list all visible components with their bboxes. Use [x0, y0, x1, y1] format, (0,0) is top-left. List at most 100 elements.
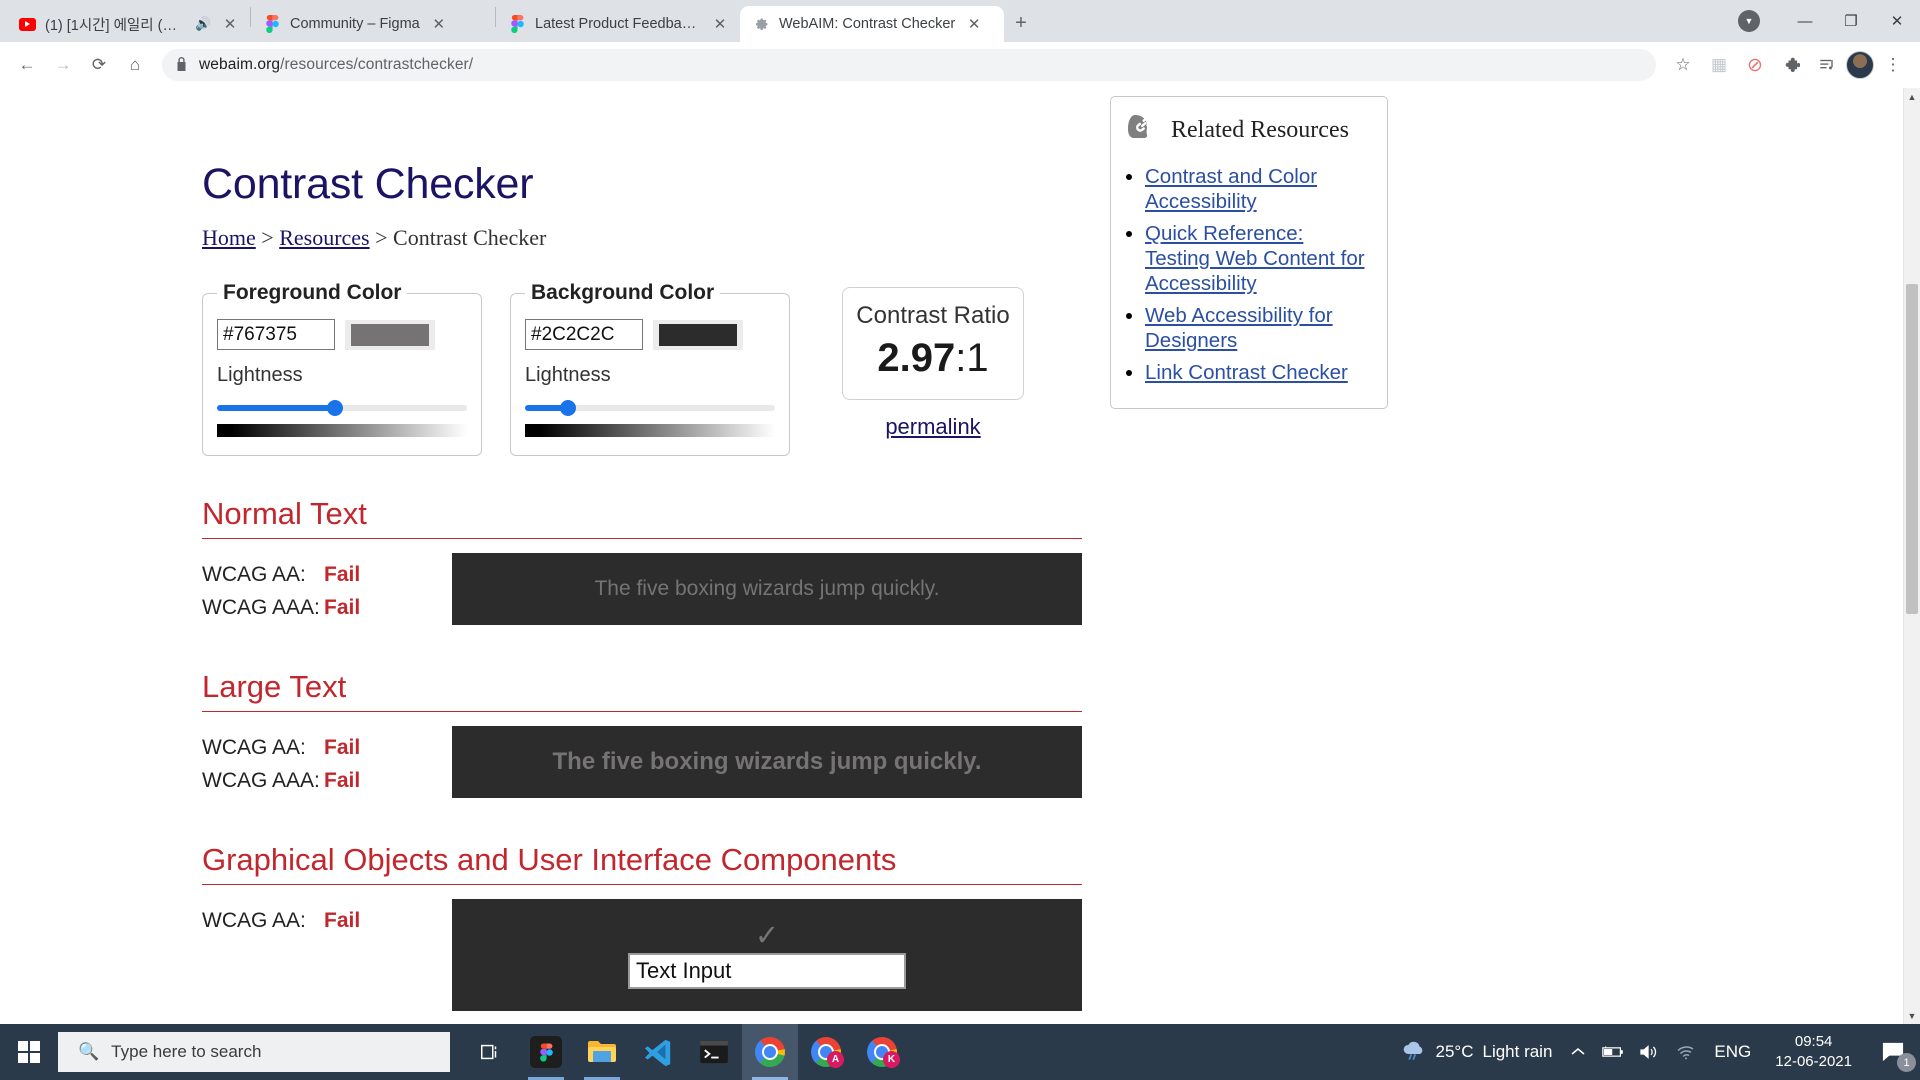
scroll-up-arrow-icon[interactable]: ▲	[1904, 88, 1920, 105]
chrome-profile-a-icon[interactable]: A	[798, 1024, 854, 1080]
page-scrollbar[interactable]: ▲ ▼	[1903, 88, 1920, 1024]
tab-title: WebAIM: Contrast Checker	[779, 16, 956, 32]
back-icon[interactable]: ←	[10, 48, 44, 82]
foreground-color-group: Foreground Color #767375 Lightness	[202, 281, 482, 456]
url-text: webaim.org/resources/contrastchecker/	[199, 56, 473, 74]
breadcrumb-current: Contrast Checker	[393, 225, 547, 250]
related-link[interactable]: Contrast and Color Accessibility	[1145, 165, 1317, 213]
result-labels: WCAG AA: Fail WCAG AAA: Fail	[202, 553, 452, 629]
figma-icon	[264, 15, 281, 33]
extensions-puzzle-icon[interactable]	[1774, 48, 1808, 82]
related-link[interactable]: Web Accessibility for Designers	[1145, 304, 1333, 352]
profile-badge: K	[883, 1051, 900, 1068]
notifications-button[interactable]: 1	[1866, 1024, 1920, 1080]
section-heading-large-text: Large Text	[202, 669, 1082, 712]
browser-tab-youtube[interactable]: (1) [1시간] 에일리 (AILEE) - B 🔊 ✕	[6, 6, 250, 42]
result-key: WCAG AA:	[202, 563, 306, 586]
weather-widget[interactable]: 25°C Light rain	[1391, 1024, 1563, 1080]
graphical-objects-results: WCAG AA: Fail ✓ Text Input	[202, 899, 1082, 1011]
tray-expand-chevron-icon[interactable]	[1562, 1024, 1594, 1080]
avatar[interactable]	[1846, 51, 1874, 79]
sample-text-input[interactable]: Text Input	[628, 952, 906, 989]
browser-tab-product-feedback[interactable]: Latest Product Feedback topics - ✕	[496, 6, 740, 42]
slider-fill	[217, 405, 335, 411]
address-bar[interactable]: webaim.org/resources/contrastchecker/	[162, 49, 1656, 81]
main-column: Contrast Checker Home > Resources > Cont…	[202, 88, 1082, 1024]
breadcrumb-resources[interactable]: Resources	[279, 225, 369, 250]
foreground-lightness-label: Lightness	[217, 364, 303, 386]
weather-temp: 25°C	[1435, 1042, 1474, 1061]
related-link[interactable]: Quick Reference: Testing Web Content for…	[1145, 222, 1365, 295]
breadcrumb: Home > Resources > Contrast Checker	[202, 225, 1082, 251]
browser-window: (1) [1시간] 에일리 (AILEE) - B 🔊 ✕ Community …	[0, 0, 1920, 1080]
home-icon[interactable]: ⌂	[118, 48, 152, 82]
result-row: WCAG AA: Fail	[202, 563, 452, 587]
normal-text-results: WCAG AA: Fail WCAG AAA: Fail The five bo…	[202, 553, 1082, 629]
result-row: WCAG AAA: Fail	[202, 769, 452, 793]
background-legend: Background Color	[531, 281, 715, 304]
maximize-button[interactable]: ❐	[1828, 0, 1874, 42]
new-tab-button[interactable]: +	[1004, 6, 1038, 40]
start-button[interactable]	[0, 1024, 58, 1080]
background-color-swatch[interactable]	[659, 323, 737, 346]
taskbar-clock[interactable]: 09:54 12-06-2021	[1761, 1032, 1866, 1073]
permalink-link[interactable]: permalink	[842, 414, 1024, 440]
task-view-icon[interactable]	[462, 1024, 518, 1080]
chrome-icon[interactable]	[742, 1024, 798, 1080]
reload-icon[interactable]: ⟳	[82, 48, 116, 82]
chrome-profile-k-icon[interactable]: K	[854, 1024, 910, 1080]
browser-tab-figma-community[interactable]: Community – Figma ✕	[251, 6, 495, 42]
tab-close-icon[interactable]: ✕	[710, 14, 730, 34]
reading-list-icon[interactable]	[1810, 48, 1844, 82]
foreground-color-swatch[interactable]	[351, 323, 429, 346]
forward-icon[interactable]: →	[46, 48, 80, 82]
profile-badge: A	[827, 1051, 844, 1068]
foreground-swatch-holder	[345, 319, 435, 350]
speaker-icon[interactable]	[1632, 1024, 1668, 1080]
tab-close-icon[interactable]: ✕	[429, 14, 449, 34]
contrast-ratio-box: Contrast Ratio 2.97:1	[842, 287, 1024, 400]
file-explorer-icon[interactable]	[574, 1024, 630, 1080]
close-button[interactable]: ✕	[1874, 0, 1920, 42]
bookmark-star-icon[interactable]: ☆	[1666, 48, 1700, 82]
related-link[interactable]: Link Contrast Checker	[1145, 361, 1348, 384]
background-color-group: Background Color #2C2C2C Lightness	[510, 281, 790, 456]
terminal-icon[interactable]	[686, 1024, 742, 1080]
tab-audio-icon[interactable]: 🔊	[195, 16, 211, 32]
foreground-lightness-slider[interactable]	[217, 399, 467, 417]
list-item: Link Contrast Checker	[1145, 360, 1373, 385]
scrollbar-thumb[interactable]	[1906, 284, 1918, 614]
slider-thumb[interactable]	[559, 400, 576, 416]
foreground-hex-input[interactable]: #767375	[217, 319, 335, 350]
normal-text-preview: The five boxing wizards jump quickly.	[452, 553, 1082, 625]
figma-icon[interactable]	[518, 1024, 574, 1080]
battery-icon[interactable]	[1594, 1024, 1632, 1080]
chrome-update-icon[interactable]: ▼	[1738, 10, 1760, 32]
lock-icon	[176, 56, 187, 74]
result-value: Fail	[324, 736, 361, 759]
result-labels: WCAG AA: Fail WCAG AAA: Fail	[202, 726, 452, 802]
clock-time: 09:54	[1794, 1032, 1833, 1050]
url-path: /resources/contrastchecker/	[280, 56, 474, 73]
taskbar-search-input[interactable]: 🔍 Type here to search	[58, 1032, 450, 1072]
tab-close-icon[interactable]: ✕	[964, 14, 984, 34]
breadcrumb-home[interactable]: Home	[202, 225, 256, 250]
windows-logo-icon	[18, 1041, 40, 1063]
background-hex-input[interactable]: #2C2C2C	[525, 319, 643, 350]
vscode-icon[interactable]	[630, 1024, 686, 1080]
ratio-suffix: :1	[955, 336, 989, 380]
scroll-down-arrow-icon[interactable]: ▼	[1904, 1007, 1920, 1024]
qr-code-icon[interactable]: ▦	[1702, 48, 1736, 82]
slider-thumb[interactable]	[326, 400, 343, 416]
page-content: Contrast Checker Home > Resources > Cont…	[0, 88, 1903, 1024]
language-indicator[interactable]: ENG	[1704, 1024, 1761, 1080]
ratio-number: 2.97	[877, 336, 956, 380]
minimize-button[interactable]: —	[1782, 0, 1828, 42]
wifi-icon[interactable]	[1668, 1024, 1704, 1080]
browser-menu-icon[interactable]: ⋮	[1876, 48, 1910, 82]
adblock-icon[interactable]: ⊘	[1738, 48, 1772, 82]
tab-strip: (1) [1시간] 에일리 (AILEE) - B 🔊 ✕ Community …	[0, 0, 1920, 42]
browser-tab-webaim-contrast-checker[interactable]: WebAIM: Contrast Checker ✕	[740, 6, 1004, 42]
background-lightness-slider[interactable]	[525, 399, 775, 417]
tab-close-icon[interactable]: ✕	[220, 14, 240, 34]
